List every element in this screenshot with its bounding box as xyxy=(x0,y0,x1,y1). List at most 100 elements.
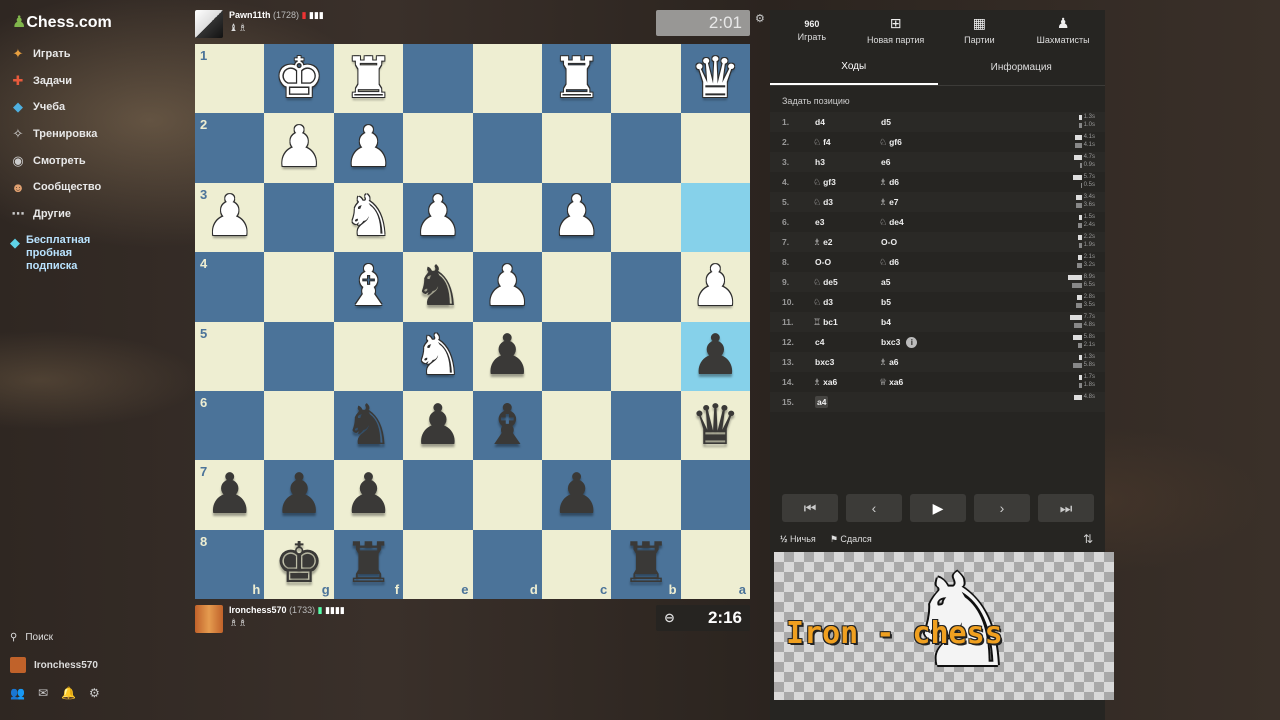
black-pawn-icon[interactable]: ♟ xyxy=(205,466,255,523)
black-pawn-icon[interactable]: ♟ xyxy=(482,328,532,384)
black-move[interactable]: bxc3 i xyxy=(879,336,945,348)
square-g7[interactable]: ♟ xyxy=(264,460,334,530)
white-pawn-icon[interactable]: ♟ xyxy=(413,189,463,245)
offer-draw-button[interactable]: ½ Ничья xyxy=(780,534,816,545)
black-move[interactable]: ♕ xa6 xyxy=(879,377,945,388)
white-move[interactable]: ♘ d3 xyxy=(813,197,879,208)
black-pawn-icon[interactable]: ♟ xyxy=(343,466,393,523)
square-g4[interactable] xyxy=(264,252,334,322)
messages-icon[interactable]: ✉ xyxy=(38,686,48,700)
square-b5[interactable] xyxy=(611,321,681,391)
tab-info[interactable]: Информация xyxy=(938,50,1106,85)
square-c3[interactable]: ♟ xyxy=(541,182,612,253)
info-icon[interactable]: i xyxy=(906,336,918,348)
black-pawn-icon[interactable]: ♟ xyxy=(690,328,740,384)
square-c7[interactable]: ♟ xyxy=(541,460,612,530)
sidebar-item-community[interactable]: ☻ Сообщество xyxy=(10,179,101,195)
white-pawn-icon[interactable]: ♟ xyxy=(551,189,601,245)
white-move[interactable]: ♖ bc1 xyxy=(813,317,879,328)
square-h1[interactable]: 1 xyxy=(195,44,265,114)
white-move[interactable]: a4 xyxy=(813,396,879,408)
board-settings-icon[interactable]: ⚙ xyxy=(755,12,765,25)
square-f3[interactable]: ♞ xyxy=(333,182,404,253)
black-pawn-icon[interactable]: ♟ xyxy=(413,397,463,454)
topnav-play[interactable]: 960 Играть xyxy=(770,10,854,50)
first-move-button[interactable]: ⏮ xyxy=(782,494,838,522)
black-move[interactable]: ♗ e7 xyxy=(879,197,945,208)
square-b3[interactable] xyxy=(611,182,681,253)
black-move[interactable]: ♗ a6 xyxy=(879,357,945,368)
square-d6[interactable]: ♝ xyxy=(472,390,542,461)
chesscom-logo[interactable]: ♟Chess.com xyxy=(12,12,112,32)
sidebar-item-play[interactable]: ✦ Играть xyxy=(10,46,71,62)
sidebar-item-puzzles[interactable]: ✚ Задачи xyxy=(10,73,72,89)
black-knight-icon[interactable]: ♞ xyxy=(343,397,393,454)
player-name[interactable]: Ironchess570 (1733) ▮ ▮▮▮▮ xyxy=(229,605,345,616)
white-move[interactable]: O-O xyxy=(813,257,879,267)
free-trial-promo[interactable]: ◆ Бесплатная пробная подписка xyxy=(10,234,110,273)
square-c4[interactable] xyxy=(541,252,612,322)
square-g8[interactable]: g ♚ xyxy=(264,529,334,599)
white-move[interactable]: h3 xyxy=(813,157,879,167)
white-move[interactable]: e3 xyxy=(813,217,879,227)
square-h3[interactable]: 3 ♟ xyxy=(195,182,265,253)
white-move[interactable]: ♘ de5 xyxy=(813,277,879,288)
square-d8[interactable]: d xyxy=(472,529,542,599)
notifications-icon[interactable]: 🔔 xyxy=(61,686,76,700)
square-c5[interactable] xyxy=(541,321,612,391)
white-move[interactable]: bxc3 xyxy=(813,357,879,367)
white-move[interactable]: ♘ gf3 xyxy=(813,177,879,188)
square-e6[interactable]: ♟ xyxy=(403,390,473,461)
black-pawn-icon[interactable]: ♟ xyxy=(274,466,324,523)
avatar[interactable] xyxy=(195,10,223,38)
black-queen-icon[interactable]: ♛ xyxy=(690,397,740,454)
square-g2[interactable]: ♟ xyxy=(264,113,334,183)
topnav-games[interactable]: ▦ Партии xyxy=(938,10,1022,50)
square-e4[interactable]: ♞ xyxy=(403,252,473,322)
square-g6[interactable] xyxy=(264,390,334,461)
black-pawn-icon[interactable]: ♟ xyxy=(551,466,601,523)
square-e1[interactable] xyxy=(403,44,473,114)
black-move[interactable]: ♘ gf6 xyxy=(879,137,945,148)
sidebar-item-more[interactable]: ⋯ Другие xyxy=(10,206,72,222)
black-move[interactable]: ♗ d6 xyxy=(879,177,945,188)
player-name[interactable]: Pawn11th (1728) ▮ ▮▮▮ xyxy=(229,10,324,21)
white-knight-icon[interactable]: ♞ xyxy=(413,328,463,384)
square-h4[interactable]: 4 xyxy=(195,252,265,322)
square-h5[interactable]: 5 xyxy=(195,321,265,391)
sidebar-item-learn[interactable]: ◆ Учеба xyxy=(10,99,65,115)
square-c2[interactable] xyxy=(541,113,612,183)
white-king-icon[interactable]: ♚ xyxy=(274,50,324,107)
square-e7[interactable] xyxy=(403,460,473,530)
square-d4[interactable]: ♟ xyxy=(472,252,542,322)
next-move-button[interactable]: › xyxy=(974,494,1030,522)
white-move[interactable]: ♘ d3 xyxy=(813,297,879,308)
black-move[interactable]: e6 xyxy=(879,157,945,167)
square-d2[interactable] xyxy=(472,113,542,183)
white-move[interactable]: ♗ xa6 xyxy=(813,377,879,388)
square-a5[interactable]: ♟ xyxy=(680,321,750,391)
previous-move-button[interactable]: ‹ xyxy=(846,494,902,522)
black-bishop-icon[interactable]: ♝ xyxy=(482,397,532,454)
square-b8[interactable]: b ♜ xyxy=(611,529,681,599)
play-button[interactable]: ▶ xyxy=(910,494,966,522)
black-rook-icon[interactable]: ♜ xyxy=(621,536,671,592)
resign-button[interactable]: ⚑ Сдался xyxy=(830,534,872,545)
square-g5[interactable] xyxy=(264,321,334,391)
white-move[interactable]: c4 xyxy=(813,337,879,347)
white-pawn-icon[interactable]: ♟ xyxy=(482,258,532,315)
square-a4[interactable]: ♟ xyxy=(680,252,750,322)
square-b7[interactable] xyxy=(611,460,681,530)
square-c1[interactable]: ♜ xyxy=(541,44,612,114)
white-pawn-icon[interactable]: ♟ xyxy=(274,120,324,176)
square-a1[interactable]: ♛ xyxy=(680,44,750,114)
square-h2[interactable]: 2 xyxy=(195,113,265,183)
chess-board[interactable]: 1 ♚ ♜ ♜ ♛ 2 ♟ ♟ 3 ♟ ♞ ♟ ♟ 4 ♝ ♞ ♟ ♟ 5 ♞ ♟ ♟ 6 ♞ ♟ ♝ ♛ 7 ♟ ♟ ♟ ♟ 8 h g ♚ f ♜ e d… xyxy=(195,44,750,599)
square-f4[interactable]: ♝ xyxy=(333,252,404,322)
black-move[interactable]: b4 xyxy=(879,317,945,327)
white-pawn-icon[interactable]: ♟ xyxy=(690,258,740,315)
friends-icon[interactable]: 👥 xyxy=(10,686,25,700)
square-b4[interactable] xyxy=(611,252,681,322)
square-h6[interactable]: 6 xyxy=(195,390,265,461)
black-knight-icon[interactable]: ♞ xyxy=(413,258,463,315)
